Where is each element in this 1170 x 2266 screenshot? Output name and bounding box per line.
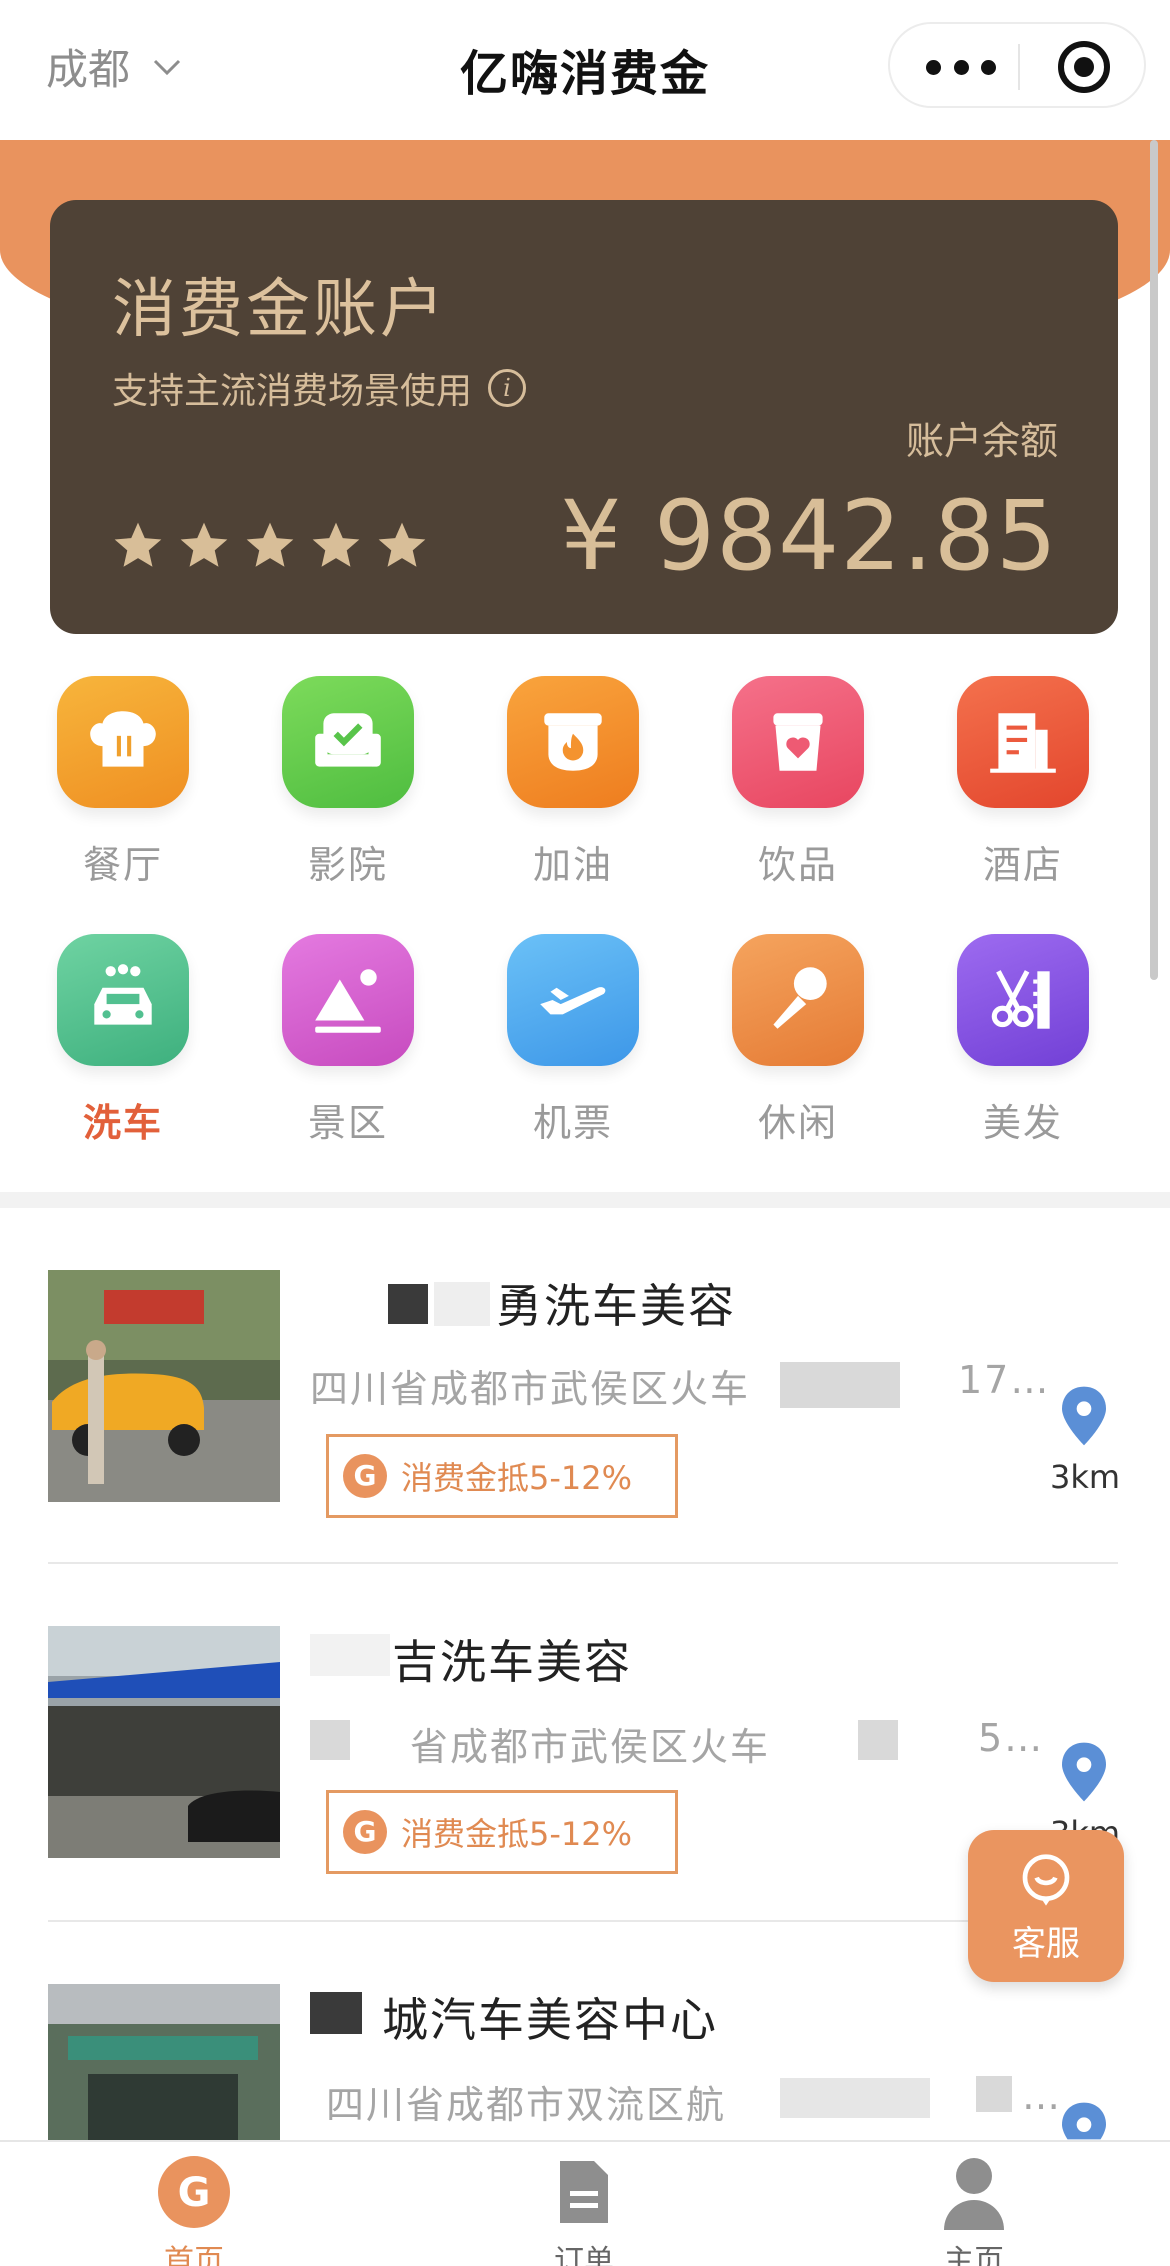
category-label: 餐厅: [82, 843, 163, 887]
discount-tag: G 消费金抵5-12%: [326, 1790, 678, 1874]
category-flights[interactable]: 机票: [498, 934, 648, 1147]
redacted-block: [976, 2076, 1012, 2112]
shop-thumbnail: [48, 1984, 280, 2140]
category-car-wash[interactable]: 洗车: [48, 934, 198, 1147]
category-label: 酒店: [982, 843, 1063, 887]
redacted-block: [388, 1284, 428, 1324]
account-title: 消费金账户: [112, 273, 447, 347]
tab-profile[interactable]: 主页: [854, 2154, 1094, 2266]
section-divider: [0, 1192, 1170, 1208]
bottom-tab-bar: G 首页 订单 主页: [0, 2140, 1170, 2266]
discount-tag: G 消费金抵5-12%: [326, 1434, 678, 1518]
account-subtitle: 支持主流消费场景使用 i: [112, 362, 527, 414]
tab-orders[interactable]: 订单: [464, 2154, 704, 2266]
location-pin-icon[interactable]: [1062, 1742, 1106, 1802]
shop-name: 勇洗车美容: [496, 1279, 736, 1333]
microphone-icon: [732, 934, 864, 1066]
mountain-icon: [282, 934, 414, 1066]
shop-address: 省成都市武侯区火车: [410, 1725, 771, 1769]
capsule-divider: [1018, 44, 1020, 90]
tab-home[interactable]: G 首页: [74, 2154, 314, 2266]
category-label: 美发: [982, 1101, 1063, 1145]
redacted-block: [858, 1720, 898, 1760]
shop-name: 城汽车美容中心: [382, 1993, 718, 2047]
category-cinema[interactable]: 影院: [273, 676, 423, 889]
home-coin-icon: G: [156, 2154, 232, 2230]
mini-program-capsule: [888, 22, 1146, 108]
category-label: 洗车: [82, 1101, 163, 1145]
category-label: 加油: [532, 843, 613, 887]
category-label: 休闲: [757, 1101, 838, 1145]
list-divider: [48, 1562, 1118, 1564]
info-icon[interactable]: i: [488, 369, 527, 407]
svg-text:G: G: [178, 2170, 211, 2216]
shop-thumbnail: [48, 1270, 280, 1502]
list-divider: [48, 1920, 1118, 1922]
category-label: 机票: [532, 1101, 613, 1145]
balance-amount: ¥ 9842.85: [560, 480, 1058, 592]
category-drinks[interactable]: 饮品: [723, 676, 873, 889]
category-label: 饮品: [757, 843, 838, 887]
cup-heart-icon: [732, 676, 864, 808]
redacted-block: [310, 1720, 350, 1760]
more-icon[interactable]: [926, 24, 996, 110]
chef-hat-icon: [57, 676, 189, 808]
category-label: 景区: [307, 1101, 388, 1145]
scrollbar[interactable]: [1150, 140, 1158, 980]
account-card[interactable]: 消费金账户 支持主流消费场景使用 i 账户余额 ¥ 9842.85: [50, 200, 1118, 634]
redacted-block: [780, 2078, 930, 2118]
redacted-block: [310, 1992, 362, 2034]
tab-label: 首页: [164, 2244, 224, 2266]
category-label: 影院: [307, 843, 388, 887]
category-leisure[interactable]: 休闲: [723, 934, 873, 1147]
coin-icon: G: [343, 1810, 387, 1854]
rating-stars: [110, 518, 440, 574]
shop-distance: 3km: [1050, 1458, 1121, 1496]
redacted-block: [434, 1282, 490, 1326]
star-icon: [312, 522, 360, 567]
top-nav-bar: 成都 亿嗨消费金: [0, 0, 1170, 140]
location-pin-icon[interactable]: [1062, 1386, 1106, 1446]
star-icon: [378, 522, 426, 567]
account-subtitle-text: 支持主流消费场景使用: [112, 371, 473, 412]
category-restaurant[interactable]: 餐厅: [48, 676, 198, 889]
shop-address: 四川省成都市武侯区火车: [310, 1367, 751, 1411]
coin-icon: G: [343, 1454, 387, 1498]
star-icon: [180, 522, 228, 567]
category-hair[interactable]: 美发: [948, 934, 1098, 1147]
chat-bubble-icon: [1022, 1854, 1070, 1906]
redacted-block: [310, 1634, 390, 1676]
location-pin-icon[interactable]: [1062, 2102, 1106, 2140]
armchair-icon: [282, 676, 414, 808]
scissors-icon: [957, 934, 1089, 1066]
airplane-icon: [507, 934, 639, 1066]
category-fuel[interactable]: 加油: [498, 676, 648, 889]
balance-label: 账户余额: [905, 419, 1058, 463]
tab-label: 订单: [554, 2244, 614, 2266]
shop-address: 四川省成都市双流区航: [326, 2083, 727, 2127]
shop-address-tail: 5…: [978, 1716, 1045, 1760]
category-scenic[interactable]: 景区: [273, 934, 423, 1147]
car-icon: [57, 934, 189, 1066]
discount-text: 消费金抵5-12%: [401, 1815, 633, 1853]
hotel-icon: [957, 676, 1089, 808]
document-icon: [546, 2154, 622, 2230]
star-icon: [114, 522, 162, 567]
shop-address-tail: 17…: [958, 1358, 1051, 1402]
close-miniprogram-icon[interactable]: [1058, 41, 1110, 93]
shop-name: 吉洗车美容: [392, 1635, 632, 1689]
customer-service-label: 客服: [1012, 1924, 1080, 1964]
redacted-block: [780, 1362, 900, 1408]
tab-label: 主页: [944, 2244, 1004, 2266]
star-icon: [246, 522, 294, 567]
shop-thumbnail: [48, 1626, 280, 1858]
flame-icon: [507, 676, 639, 808]
customer-service-button[interactable]: 客服: [968, 1830, 1124, 1982]
discount-text: 消费金抵5-12%: [401, 1459, 633, 1497]
user-icon: [936, 2154, 1012, 2230]
shop-address-tail: …: [1022, 2074, 1062, 2118]
category-hotel[interactable]: 酒店: [948, 676, 1098, 889]
